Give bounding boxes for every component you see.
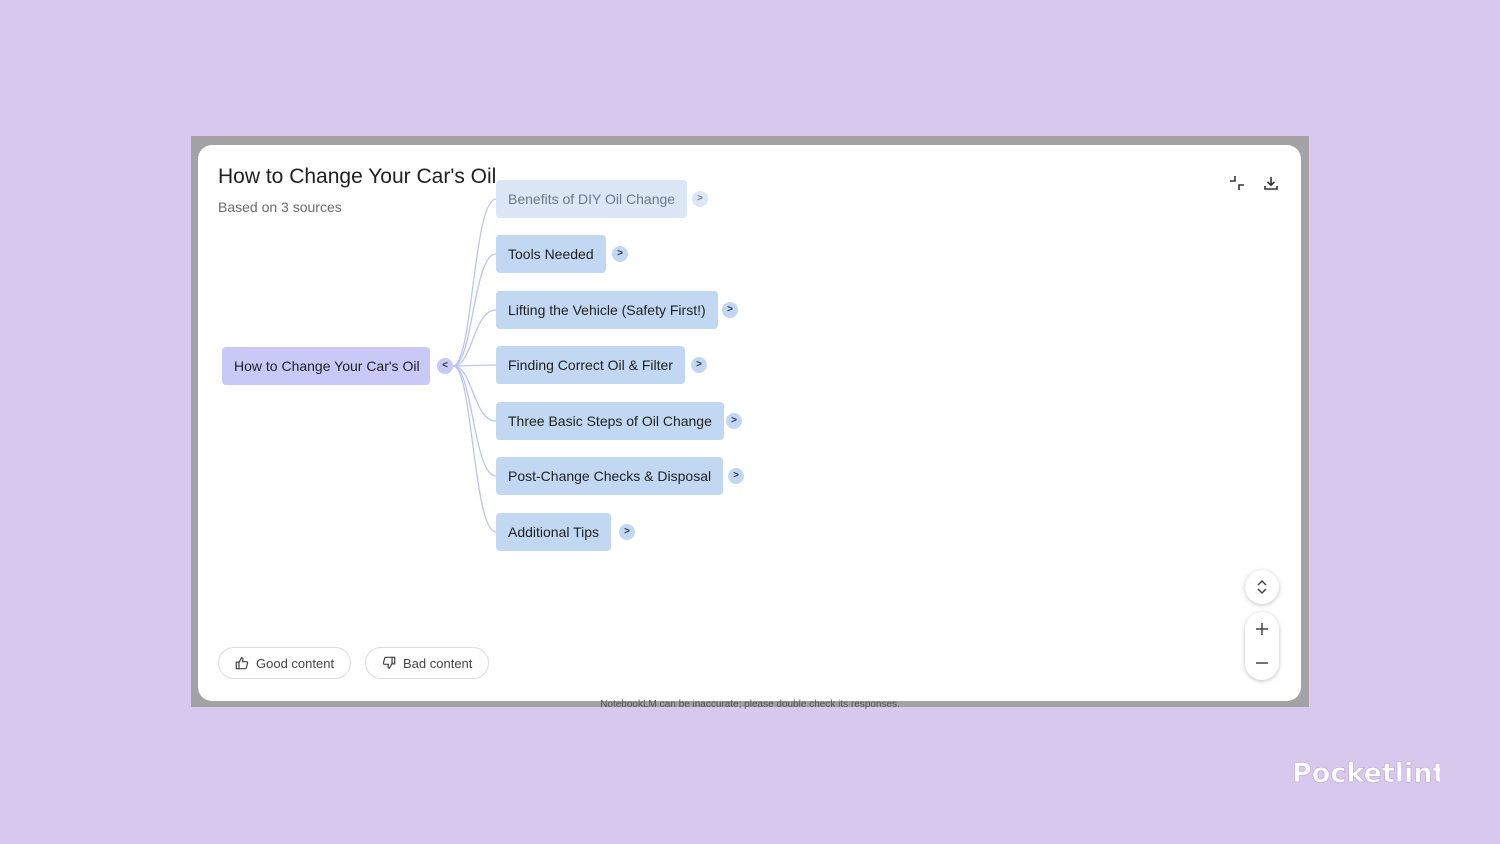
node-additional-tips[interactable]: Additional Tips [496,513,612,551]
minus-icon [1256,662,1268,664]
disclaimer-text: NotebookLM can be inaccurate; please dou… [600,699,900,710]
mindmap-subtitle: Based on 3 sources [218,199,342,215]
zoom-controls [1245,570,1281,680]
plus-icon [1256,623,1268,635]
download-button[interactable] [1261,173,1281,193]
thumbs-up-icon [235,657,249,670]
mindmap-panel: How to Change Your Car's Oil Based on 3 … [198,145,1301,701]
node-label: Three Basic Steps of Oil Change [508,413,712,429]
pocketlint-logo-text: Pocketlint [1292,758,1440,789]
root-node-label: How to Change Your Car's Oil [234,358,420,374]
expand-all-button[interactable] [1245,570,1279,604]
pocketlint-logo: Pocketlint [1292,758,1440,790]
node-label: Benefits of DIY Oil Change [508,191,676,207]
expand-toggle-three-steps[interactable]: > [726,413,742,429]
bad-content-button[interactable]: Bad content [365,647,490,679]
expand-toggle-finding-oil[interactable]: > [691,357,707,373]
node-tools[interactable]: Tools Needed [496,235,606,273]
thumbs-down-icon [382,656,396,669]
root-collapse-toggle[interactable]: < [437,358,453,374]
zoom-in-button[interactable] [1245,612,1279,646]
node-label: Tools Needed [508,246,594,262]
collapse-button[interactable] [1227,173,1247,193]
collapse-icon [1230,176,1244,190]
good-content-label: Good content [256,655,335,671]
zoom-out-button[interactable] [1245,646,1279,680]
mindmap-title: How to Change Your Car's Oil [218,165,497,188]
expand-toggle-post-change[interactable]: > [728,468,744,484]
unfold-icon [1257,579,1267,595]
mindmap-edges [452,198,497,533]
good-content-button[interactable]: Good content [218,647,352,679]
edge-additional [452,365,497,533]
node-three-steps[interactable]: Three Basic Steps of Oil Change [496,402,724,440]
node-label: Lifting the Vehicle (Safety First!) [508,302,706,318]
expand-toggle-lifting[interactable]: > [722,302,738,318]
node-finding-oil[interactable]: Finding Correct Oil & Filter [496,346,685,384]
node-label: Finding Correct Oil & Filter [508,357,673,373]
edge-post-change [452,365,497,477]
edge-benefits [452,198,497,367]
edge-lifting [452,309,497,367]
root-node[interactable]: How to Change Your Car's Oil [222,347,430,385]
node-post-change[interactable]: Post-Change Checks & Disposal [496,457,724,495]
bad-content-label: Bad content [403,655,473,671]
expand-all-control [1245,570,1279,604]
expand-toggle-benefits[interactable]: > [692,191,708,207]
panel-actions [1227,173,1281,193]
node-lifting[interactable]: Lifting the Vehicle (Safety First!) [496,291,718,329]
edge-finding [452,364,497,367]
download-icon [1264,177,1278,190]
edge-three-steps [452,365,497,422]
node-label: Post-Change Checks & Disposal [508,468,712,484]
zoom-pill [1245,612,1279,680]
edge-tools [452,253,497,367]
node-benefits[interactable]: Benefits of DIY Oil Change [496,180,688,218]
expand-toggle-additional-tips[interactable]: > [619,524,635,540]
edge-group [452,198,497,533]
expand-toggle-tools[interactable]: > [612,246,628,262]
node-label: Additional Tips [508,524,600,540]
